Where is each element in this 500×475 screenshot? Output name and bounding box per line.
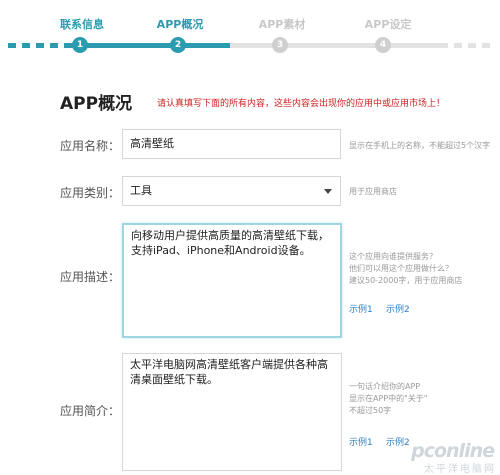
progress-bar-start	[8, 43, 70, 48]
step-label-overview[interactable]: APP概况	[157, 16, 204, 32]
app-category-hint: 用于应用商店	[349, 187, 397, 196]
app-description-label: 应用描述：	[59, 270, 120, 284]
app-summary-hint: 一句话介绍你的APP 显示在APP中的"关于" 不超过50字	[349, 381, 427, 417]
step-marker-2: 2	[170, 37, 186, 53]
hint-line: 不超过50字	[349, 406, 392, 415]
app-summary-textarea[interactable]: 太平洋电脑网高清壁纸客户端提供各种高清桌面壁纸下载。	[122, 353, 342, 471]
hint-line: 一句话介绍你的APP	[349, 382, 421, 391]
summary-example-1-link[interactable]: 示例1	[349, 435, 373, 448]
page-title: APP概况	[60, 94, 133, 114]
watermark-site-name: 太平洋电脑网	[424, 464, 496, 475]
hint-line: 建议50-2000字，用于应用商店	[349, 276, 463, 285]
app-category-value: 工具	[130, 184, 152, 197]
description-example-2-link[interactable]: 示例2	[386, 302, 410, 315]
hint-line: 显示在APP中的"关于"	[349, 394, 428, 403]
app-name-input[interactable]: 高清壁纸	[122, 129, 341, 159]
progress-steps: 联系信息 APP概况 APP素材 APP设定 1 2 3 4	[0, 0, 500, 60]
hint-line: 他们可以用这个应用做什么？	[349, 264, 453, 273]
step-marker-4: 4	[375, 37, 391, 53]
watermark-logo-text: pconline	[411, 440, 495, 462]
app-category-label: 应用类别：	[59, 186, 120, 200]
step-marker-3: 3	[272, 37, 288, 53]
progress-bar-done	[70, 43, 230, 48]
chevron-down-icon[interactable]	[324, 189, 332, 194]
app-summary-label: 应用简介：	[59, 404, 120, 418]
step-label-contact[interactable]: 联系信息	[60, 16, 104, 32]
progress-bar-remaining	[230, 43, 440, 48]
step-label-assets: APP素材	[258, 18, 306, 31]
step-marker-1: 1	[72, 37, 88, 53]
pconline-watermark: pconline 太平洋电脑网	[398, 440, 500, 475]
app-description-hint: 这个应用向谁提供服务？ 他们可以用这个应用做什么？ 建议50-2000字，用于应…	[349, 251, 462, 287]
app-category-select[interactable]: 工具	[122, 176, 341, 206]
step-label-settings: APP设定	[364, 18, 412, 31]
hint-line: 这个应用向谁提供服务？	[349, 252, 437, 261]
required-notice: 请认真填写下面的所有内容，这些内容会出现你的应用中或应用市场上！	[157, 99, 446, 109]
app-description-textarea[interactable]: 向移动用户提供高质量的高清壁纸下载，支持iPad、iPhone和Android设…	[122, 223, 342, 338]
progress-bar-end	[440, 43, 496, 48]
description-example-1-link[interactable]: 示例1	[349, 302, 373, 315]
app-name-hint: 显示在手机上的名称，不能超过5个汉字	[349, 141, 491, 150]
app-name-label: 应用名称：	[59, 139, 120, 153]
